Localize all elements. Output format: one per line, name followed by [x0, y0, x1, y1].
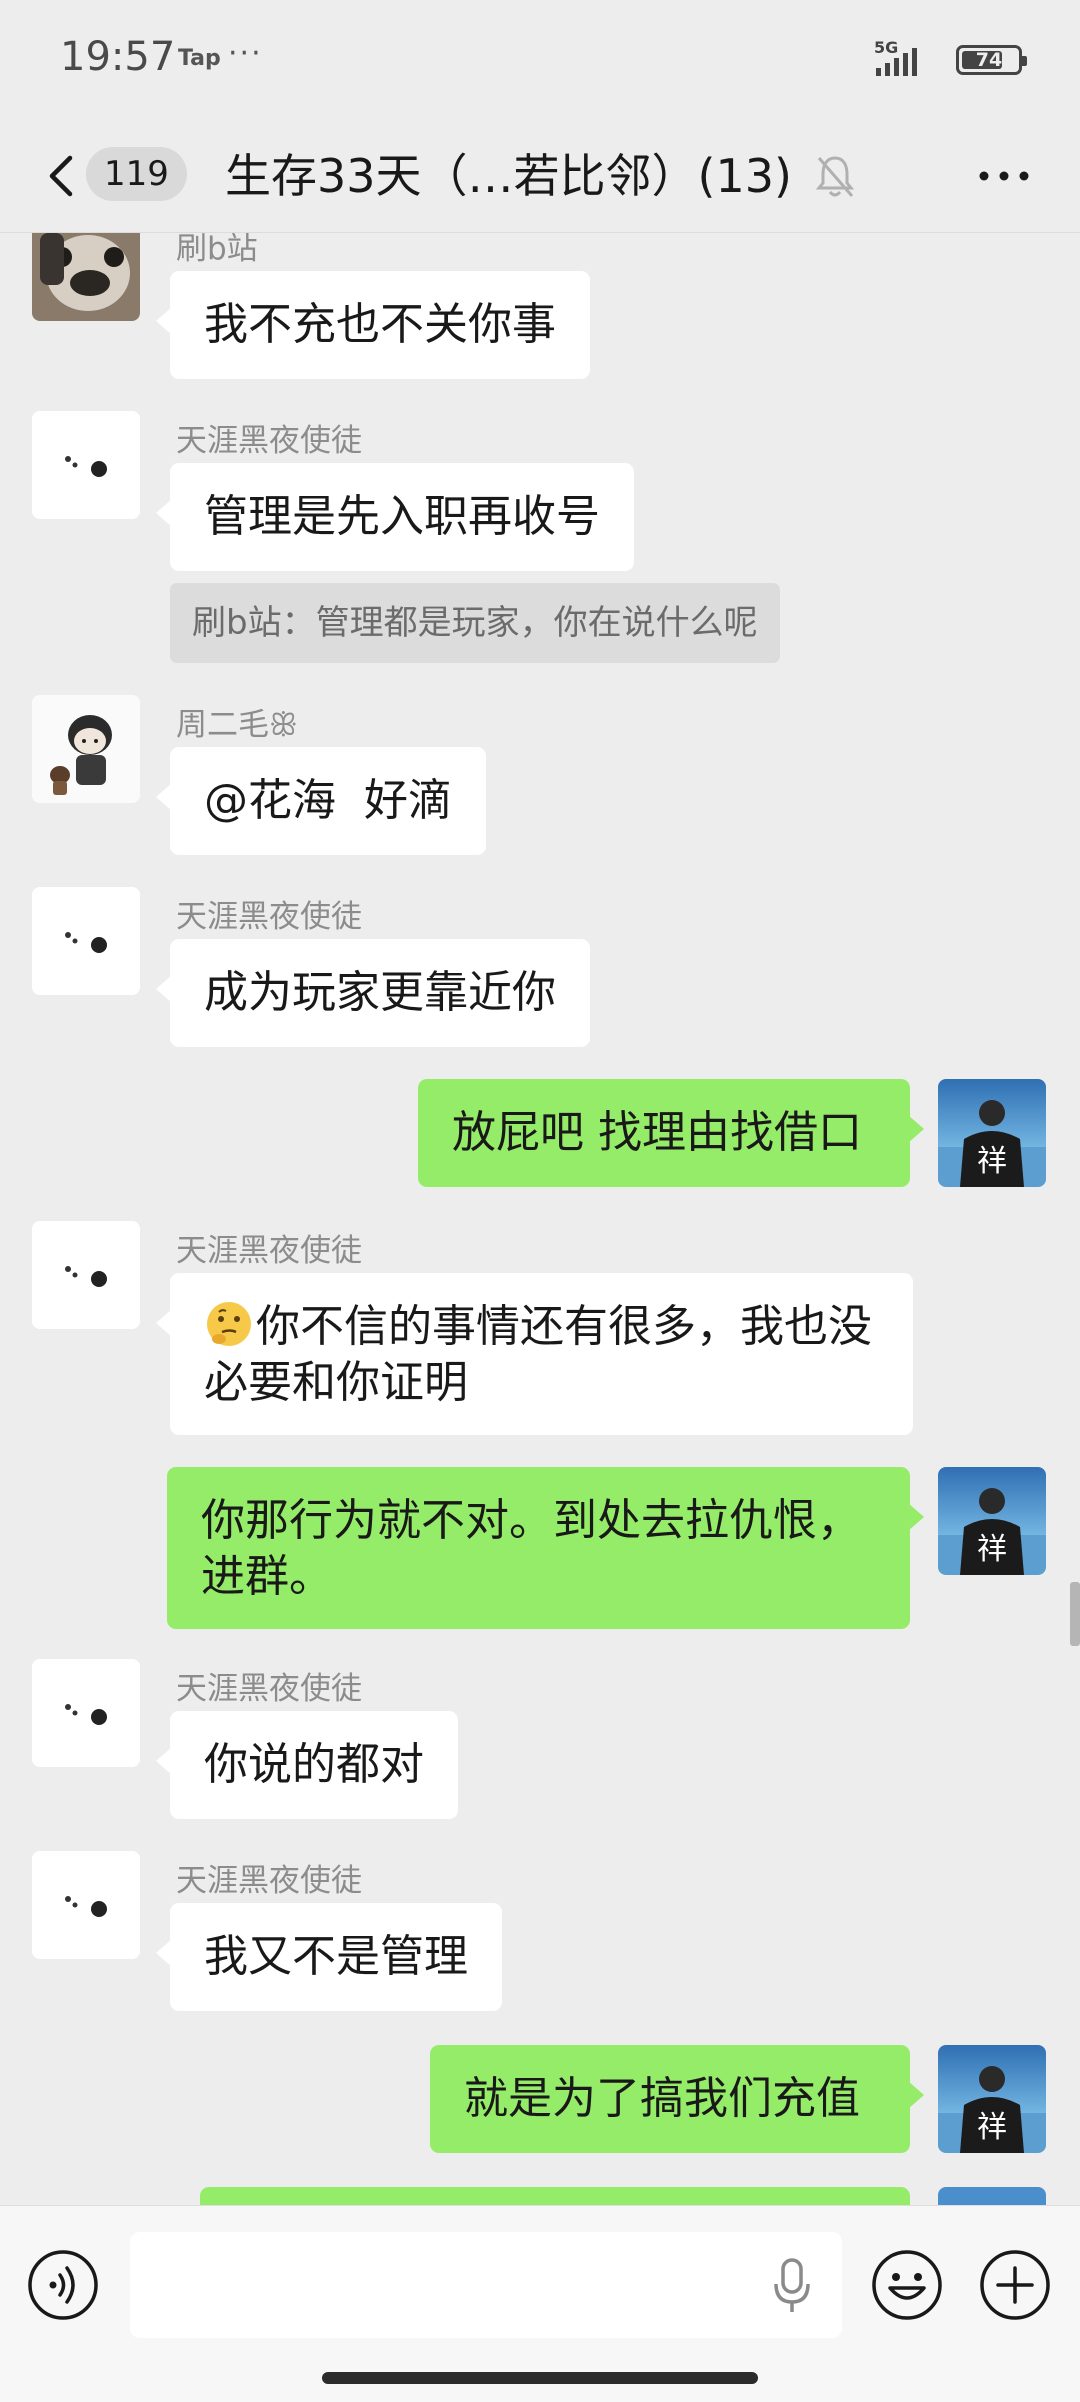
message-list[interactable]: 刷b站 我不充也不关你事 天涯黑夜使徒 管理是先入职再收号 刷b站：管理都是玩家… [0, 233, 1080, 2205]
dots-avatar[interactable] [32, 1659, 140, 1767]
status-app-tag: Tap [178, 46, 221, 71]
message-bubble[interactable]: 管理是先入职再收号 [156, 463, 634, 571]
message-bubble[interactable]: 我不充也不关你事 [156, 271, 590, 379]
message-bubble[interactable]: 你不信的事情还有很多，我也没 必要和你证明 [156, 1273, 913, 1435]
svg-text:祥: 祥 [977, 1532, 1007, 1567]
dots-avatar[interactable] [32, 1221, 140, 1329]
message-bubble[interactable]: @花海 好滴 [156, 747, 486, 855]
dots-avatar[interactable] [32, 1851, 140, 1959]
signal-icon: 5G [872, 38, 942, 80]
voice-icon[interactable] [26, 2248, 100, 2322]
quoted-message[interactable]: 刷b站：管理都是玩家，你在说什么呢 [170, 583, 780, 663]
sender-name: 刷b站 [176, 233, 258, 267]
dog-avatar[interactable] [32, 233, 140, 321]
sender-name: 天涯黑夜使徒 [176, 899, 362, 935]
cartoon-avatar[interactable] [32, 695, 140, 803]
self-avatar[interactable]: 祥 [938, 1467, 1046, 1575]
svg-text:祥: 祥 [977, 1144, 1007, 1179]
self-avatar[interactable]: 祥 [938, 1079, 1046, 1187]
status-bar: 19:57 Tap ··· 5G 74 [0, 0, 1080, 120]
battery-level: 74 [975, 49, 1003, 71]
message-bubble[interactable]: 我又不是管理 [156, 1903, 502, 2011]
mute-bell-icon [815, 156, 855, 197]
sender-name: 天涯黑夜使徒 [176, 423, 362, 459]
self-avatar[interactable]: 祥 [938, 2045, 1046, 2153]
dots-avatar[interactable] [32, 887, 140, 995]
plus-icon[interactable] [978, 2248, 1052, 2322]
sender-name: 天涯黑夜使徒 [176, 1671, 362, 1707]
svg-text:祥: 祥 [977, 2110, 1007, 2145]
chat-title: 生存33天（…若比邻）(13) [225, 149, 792, 203]
home-indicator[interactable] [322, 2372, 758, 2384]
more-icon[interactable] [976, 150, 1032, 202]
thinking-face-emoji [207, 1302, 251, 1346]
emoji-icon[interactable] [870, 2248, 944, 2322]
message-bubble[interactable]: 你那行为就不对。到处去拉仇恨， 进群。 [167, 1467, 924, 1629]
message-input[interactable] [130, 2232, 842, 2338]
message-text: 你不信的事情还有很多，我也没 必要和你证明 [204, 1301, 872, 1408]
message-bubble[interactable]: 成为玩家更靠近你 [156, 939, 590, 1047]
status-more-dots: ··· [228, 36, 263, 71]
dots-avatar[interactable] [32, 411, 140, 519]
battery-icon: 74 [956, 45, 1027, 75]
chat-header: 119 生存33天（…若比邻）(13) [0, 120, 1080, 233]
message-bubble[interactable]: 你说的都对 [156, 1711, 458, 1819]
unread-count-badge[interactable]: 119 [86, 147, 187, 201]
status-time: 19:57 [60, 34, 176, 80]
sender-name: 周二毛ꕥ [176, 707, 298, 743]
message-bubble[interactable]: 放屁吧 找理由找借口 [418, 1079, 924, 1187]
back-icon[interactable] [38, 144, 86, 208]
message-bubble[interactable]: 就是为了搞我们充值 [430, 2045, 924, 2153]
message-bubble-partial[interactable] [200, 2187, 910, 2205]
mic-icon[interactable] [770, 2256, 814, 2316]
self-avatar[interactable] [938, 2187, 1046, 2205]
sender-name: 天涯黑夜使徒 [176, 1863, 362, 1899]
input-bar [0, 2205, 1080, 2402]
sender-name: 天涯黑夜使徒 [176, 1233, 362, 1269]
scrollbar-thumb[interactable] [1070, 1582, 1080, 1646]
status-indicators: 5G 74 [872, 38, 1027, 80]
